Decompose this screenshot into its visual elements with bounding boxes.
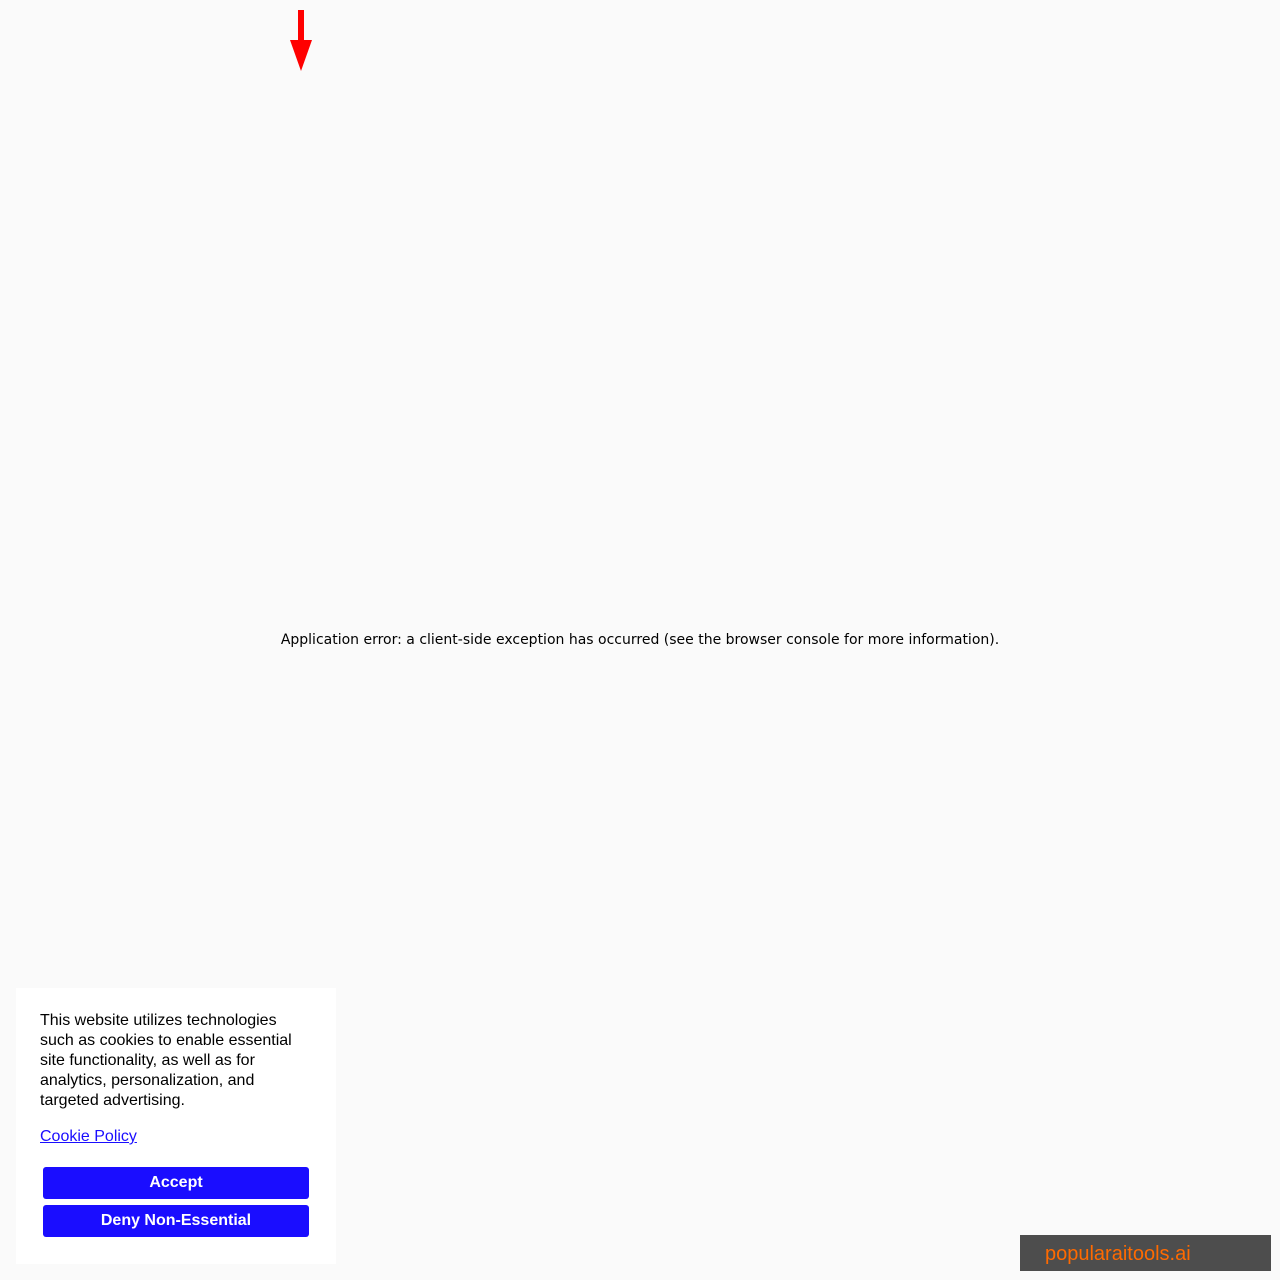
error-message: Application error: a client-side excepti… [280,632,1000,648]
cookie-policy-link[interactable]: Cookie Policy [40,1127,137,1147]
page: Application error: a client-side excepti… [0,0,1280,1280]
cookie-consent-banner: This website utilizes technologies such … [16,988,336,1264]
deny-non-essential-button[interactable]: Deny Non-Essential [43,1205,309,1237]
accept-button[interactable]: Accept [43,1167,309,1199]
arrow-down-icon [290,10,312,71]
brand-badge[interactable]: popularaitools.ai [1020,1235,1271,1271]
cookie-banner-text: This website utilizes technologies such … [40,1012,292,1109]
